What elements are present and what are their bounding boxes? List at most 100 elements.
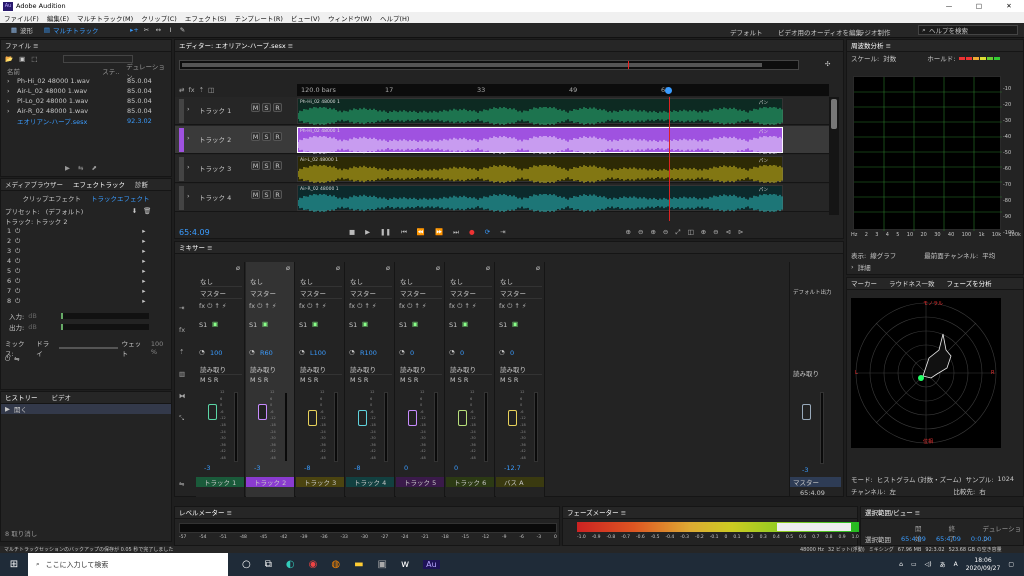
tray-people-icon[interactable]: ⌂ [899, 561, 903, 568]
slot-arrow-icon[interactable]: ▸ [142, 287, 145, 295]
phase-invert-icon[interactable]: ø [436, 264, 440, 272]
notifications-icon[interactable]: ▢ [1008, 561, 1014, 568]
audio-clip[interactable]: Ph-Hi_02 48000 1 パン [297, 98, 783, 125]
audio-clip[interactable]: Ph-Hi_02 48000 1 パン [297, 127, 783, 154]
tray-network-icon[interactable]: ▭ [911, 561, 917, 568]
tray-ime-kana[interactable]: あ [940, 560, 946, 569]
tab-media-browser[interactable]: メディアブラウザー [5, 179, 63, 191]
slip-tool-icon[interactable]: ↔ [153, 26, 165, 34]
slot-power-icon[interactable]: ⏻ [15, 297, 20, 306]
effect-slot[interactable]: 8 ⏻ ▸ [1, 296, 171, 306]
effect-slot[interactable]: 5 ⏻ ▸ [1, 266, 171, 276]
maximize-button[interactable]: □ [964, 2, 994, 10]
automation-mode-select[interactable]: 読み取り [300, 364, 342, 375]
output-select[interactable]: マスター [300, 288, 342, 299]
fx-icon[interactable]: fx [188, 86, 194, 94]
automation-mode-select[interactable]: 読み取り [500, 364, 542, 375]
volume-fader[interactable] [508, 410, 517, 426]
file-expand-icon[interactable]: › [7, 107, 17, 115]
track-m-button[interactable]: M [251, 132, 260, 141]
strip-name-bar[interactable]: トラック 3 [296, 477, 344, 487]
menu-template[interactable]: テンプレート(R) [231, 13, 287, 23]
file-expand-icon[interactable]: › [7, 77, 17, 85]
phase-invert-icon[interactable]: ø [486, 264, 490, 272]
pan-value[interactable]: R60 [260, 349, 273, 357]
automation-mode-select[interactable]: 読み取り [200, 364, 242, 375]
preset-select[interactable]: (デフォルト) [46, 206, 126, 216]
slot-power-icon[interactable]: ⏻ [15, 267, 20, 276]
forward-button[interactable]: ⏩ [435, 228, 443, 236]
track-s-button[interactable]: S [262, 161, 271, 170]
workspace-video[interactable]: ビデオ用のオーディオを編集 [778, 27, 862, 37]
track-name[interactable]: トラック 3 [199, 163, 231, 173]
tray-clock[interactable]: 18:06 2020/09/27 [966, 557, 1001, 573]
input-select[interactable]: なし [250, 276, 292, 287]
strip-name-bar[interactable]: バス A [496, 477, 544, 487]
automation-mode-select[interactable]: 読み取り [450, 364, 492, 375]
tab-phase-analysis[interactable]: フェーズを分析 [947, 278, 992, 290]
track-r-button[interactable]: R [273, 103, 282, 112]
volume-fader[interactable] [408, 410, 417, 426]
effect-slot[interactable]: 2 ⏻ ▸ [1, 236, 171, 246]
slot-arrow-icon[interactable]: ▸ [142, 257, 145, 265]
strip-name-bar[interactable]: トラック 6 [446, 477, 494, 487]
input-select[interactable]: なし [500, 276, 542, 287]
task-view-icon[interactable]: ⧉ [265, 559, 272, 570]
firefox-icon[interactable]: ◍ [331, 559, 340, 570]
tab-video[interactable]: ビデオ [52, 392, 72, 404]
waveform-mode-button[interactable]: 波形 [20, 25, 33, 35]
file-row[interactable]: › Air-L_02 48000 1.wav 85.0.04 [1, 86, 171, 96]
playhead-handle[interactable] [665, 87, 672, 94]
cortana-icon[interactable]: ○ [242, 559, 251, 570]
output-select[interactable]: マスター [400, 288, 442, 299]
power-icon[interactable]: ⏻ [5, 355, 10, 364]
spectrum-graph[interactable] [853, 76, 1002, 231]
pan-knob-icon[interactable]: ◔ [399, 348, 405, 356]
audition-task-icon[interactable]: Au [423, 560, 440, 569]
automation-mode-select[interactable]: 読み取り [400, 364, 442, 375]
phase-channel-select[interactable]: 左 [890, 486, 950, 496]
slot-arrow-icon[interactable]: ▸ [142, 267, 145, 275]
move-tool-icon[interactable]: ▸+ [129, 26, 141, 34]
mode-select[interactable]: ヒストグラム (対数・ズーム) [877, 474, 962, 484]
track-expand-icon[interactable]: › [187, 134, 190, 142]
track-name[interactable]: トラック 1 [199, 105, 231, 115]
pan-knob-icon[interactable]: ◔ [449, 348, 455, 356]
phase-invert-icon[interactable]: ø [386, 264, 390, 272]
help-search[interactable]: ⌕ ヘルプを検索 [918, 25, 1018, 35]
track-name[interactable]: トラック 4 [199, 192, 231, 202]
input-select[interactable]: なし [350, 276, 392, 287]
send-icon[interactable]: ⇡ [199, 86, 204, 94]
input-select[interactable]: なし [200, 276, 242, 287]
effect-slot[interactable]: 1 ⏻ ▸ [1, 226, 171, 236]
menu-view[interactable]: ビュー(V) [287, 13, 324, 23]
strip-msr[interactable]: M S R [450, 376, 468, 384]
file-row[interactable]: エオリアン-ハープ.sesx 92.3.02 [1, 116, 171, 126]
import-icon[interactable]: ⬚ [31, 55, 37, 63]
send-power-icon[interactable]: ▣ [412, 320, 418, 328]
pan-knob-icon[interactable]: ◔ [249, 348, 255, 356]
menu-edit[interactable]: 編集(E) [43, 13, 73, 23]
volume-value[interactable]: -3 [254, 464, 260, 472]
volume-value[interactable]: -3 [204, 464, 210, 472]
history-item[interactable]: ▶ 開く [1, 404, 171, 414]
chrome-icon[interactable]: ◉ [309, 559, 318, 570]
phase-invert-icon[interactable]: ø [336, 264, 340, 272]
minimize-button[interactable]: — [934, 2, 964, 10]
col-status[interactable]: ステ.. [102, 66, 126, 76]
col-name[interactable]: 名前 [7, 66, 102, 76]
input-select[interactable]: なし [400, 276, 442, 287]
slot-power-icon[interactable]: ⏻ [15, 287, 20, 296]
zoom-right-icon[interactable]: ⊳ [738, 228, 743, 236]
strip-msr[interactable]: M S R [250, 376, 268, 384]
taskbar-search[interactable]: ⌕ ここに入力して検索 [28, 553, 228, 576]
volume-fader[interactable] [308, 410, 317, 426]
zoom-in-amplitude-icon[interactable]: ⊕ [626, 228, 631, 236]
track-m-button[interactable]: M [251, 161, 260, 170]
send-power-icon[interactable]: ▣ [212, 320, 218, 328]
send-power-icon[interactable]: ▣ [262, 320, 268, 328]
strip-name-bar[interactable]: トラック 5 [396, 477, 444, 487]
slot-arrow-icon[interactable]: ▸ [142, 237, 145, 245]
fx-row[interactable]: fx ⏻ ↑ ⚡ [399, 302, 427, 311]
automation-mode-select[interactable]: 読み取り [250, 364, 292, 375]
